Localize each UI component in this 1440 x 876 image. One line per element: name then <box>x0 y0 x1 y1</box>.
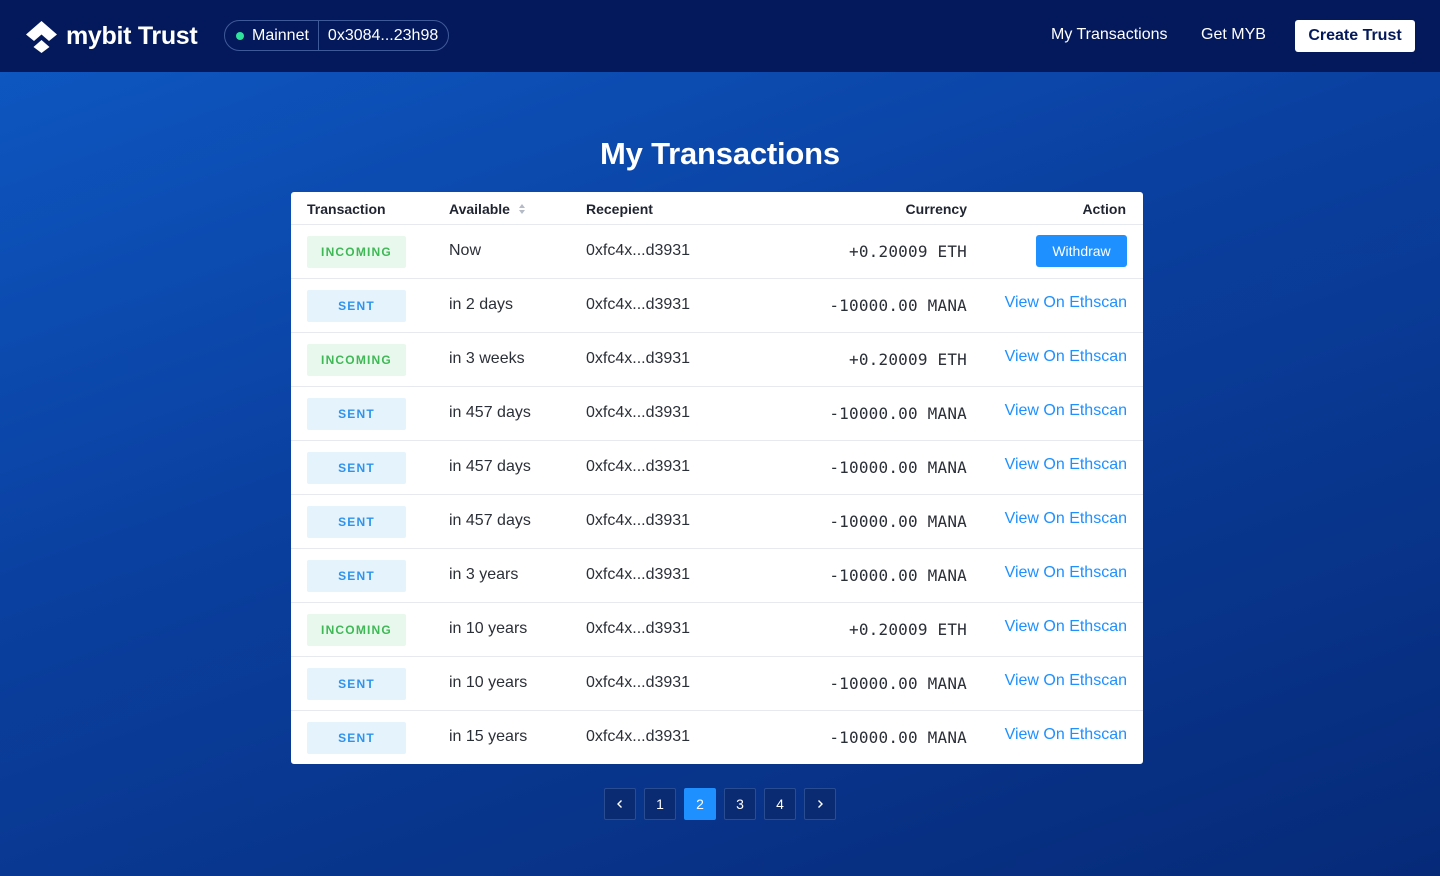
available-cell: in 3 weeks <box>449 350 525 367</box>
available-cell: in 15 years <box>449 728 528 745</box>
currency-cell: +0.20009 ETH <box>849 350 967 369</box>
recipient-cell: 0xfc4x...d3931 <box>586 350 691 367</box>
available-cell: in 457 days <box>449 458 531 475</box>
transaction-type-badge: SENT <box>307 722 406 754</box>
available-cell: Now <box>449 242 482 259</box>
available-cell: in 457 days <box>449 404 531 421</box>
table-header: Transaction Available Recepient Currency… <box>291 192 1143 225</box>
withdraw-button[interactable]: Withdraw <box>1036 235 1127 267</box>
pagination-page-2[interactable]: 2 <box>684 788 716 820</box>
available-cell: in 3 years <box>449 566 519 583</box>
recipient-cell: 0xfc4x...d3931 <box>586 296 691 313</box>
view-on-ethscan-link[interactable]: View On Ethscan <box>1005 510 1127 528</box>
table-row: INCOMING in 10 years 0xfc4x...d3931 +0.2… <box>291 603 1143 657</box>
currency-cell: -10000.00 MANA <box>829 674 967 693</box>
table-row: SENT in 457 days 0xfc4x...d3931 -10000.0… <box>291 495 1143 549</box>
view-on-ethscan-link[interactable]: View On Ethscan <box>1005 294 1127 312</box>
pagination-prev-button[interactable] <box>604 788 636 820</box>
transaction-type-badge: SENT <box>307 506 406 538</box>
table-row: SENT in 10 years 0xfc4x...d3931 -10000.0… <box>291 657 1143 711</box>
available-cell: in 10 years <box>449 674 528 691</box>
table-row: SENT in 3 years 0xfc4x...d3931 -10000.00… <box>291 549 1143 603</box>
transaction-type-badge: SENT <box>307 560 406 592</box>
table-body: INCOMING Now 0xfc4x...d3931 +0.20009 ETH… <box>291 225 1143 765</box>
available-cell: in 10 years <box>449 620 528 637</box>
recipient-cell: 0xfc4x...d3931 <box>586 620 691 637</box>
currency-cell: -10000.00 MANA <box>829 728 967 747</box>
pagination-page-4[interactable]: 4 <box>764 788 796 820</box>
column-header-available-label: Available <box>449 201 510 217</box>
available-cell: in 2 days <box>449 296 514 313</box>
recipient-cell: 0xfc4x...d3931 <box>586 566 691 583</box>
chevron-left-icon <box>617 800 622 808</box>
logo[interactable]: mybit Trust <box>25 19 198 53</box>
transaction-type-badge: SENT <box>307 668 406 700</box>
table-row: SENT in 457 days 0xfc4x...d3931 -10000.0… <box>291 387 1143 441</box>
transaction-type-badge: INCOMING <box>307 344 406 376</box>
table-row: SENT in 2 days 0xfc4x...d3931 -10000.00 … <box>291 279 1143 333</box>
view-on-ethscan-link[interactable]: View On Ethscan <box>1005 402 1127 420</box>
network-name: Mainnet <box>252 26 309 44</box>
recipient-cell: 0xfc4x...d3931 <box>586 728 691 745</box>
view-on-ethscan-link[interactable]: View On Ethscan <box>1005 348 1127 366</box>
view-on-ethscan-link[interactable]: View On Ethscan <box>1005 456 1127 474</box>
recipient-cell: 0xfc4x...d3931 <box>586 404 691 421</box>
transaction-type-badge: SENT <box>307 452 406 484</box>
page-title: My Transactions <box>600 136 840 171</box>
column-header-recipient: Recepient <box>586 201 653 217</box>
available-cell: in 457 days <box>449 512 531 529</box>
currency-cell: -10000.00 MANA <box>829 458 967 477</box>
wallet-address: 0x3084...23h98 <box>327 26 439 44</box>
table-row: INCOMING in 3 weeks 0xfc4x...d3931 +0.20… <box>291 333 1143 387</box>
pagination-next-button[interactable] <box>804 788 836 820</box>
pagination-page-1[interactable]: 1 <box>644 788 676 820</box>
view-on-ethscan-link[interactable]: View On Ethscan <box>1005 618 1127 636</box>
column-header-transaction: Transaction <box>307 201 386 217</box>
sort-icon[interactable] <box>518 203 526 215</box>
column-header-action: Action <box>1082 201 1126 217</box>
transactions-table: Transaction Available Recepient Currency… <box>291 192 1143 764</box>
recipient-cell: 0xfc4x...d3931 <box>586 242 691 259</box>
column-header-currency: Currency <box>905 201 967 217</box>
currency-cell: +0.20009 ETH <box>849 620 967 639</box>
logo-text: mybit Trust <box>66 21 198 50</box>
network-indicator[interactable]: Mainnet 0x3084...23h98 <box>224 20 449 51</box>
nav-get-myb[interactable]: Get MYB <box>1201 26 1266 44</box>
currency-cell: -10000.00 MANA <box>829 566 967 585</box>
currency-cell: +0.20009 ETH <box>849 242 967 261</box>
recipient-cell: 0xfc4x...d3931 <box>586 512 691 529</box>
transaction-type-badge: SENT <box>307 290 406 322</box>
mybit-logo-icon <box>26 20 57 53</box>
pagination: 1 2 3 4 <box>604 788 844 820</box>
table-row: SENT in 457 days 0xfc4x...d3931 -10000.0… <box>291 441 1143 495</box>
chevron-right-icon <box>818 800 823 808</box>
table-row: SENT in 15 years 0xfc4x...d3931 -10000.0… <box>291 711 1143 765</box>
view-on-ethscan-link[interactable]: View On Ethscan <box>1005 564 1127 582</box>
currency-cell: -10000.00 MANA <box>829 296 967 315</box>
top-navigation-bar: mybit Trust Mainnet 0x3084...23h98 My Tr… <box>0 0 1440 72</box>
view-on-ethscan-link[interactable]: View On Ethscan <box>1005 726 1127 744</box>
view-on-ethscan-link[interactable]: View On Ethscan <box>1005 672 1127 690</box>
currency-cell: -10000.00 MANA <box>829 404 967 423</box>
transaction-type-badge: INCOMING <box>307 236 406 268</box>
create-trust-button[interactable]: Create Trust <box>1295 20 1415 52</box>
recipient-cell: 0xfc4x...d3931 <box>586 458 691 475</box>
pagination-page-3[interactable]: 3 <box>724 788 756 820</box>
transaction-type-badge: SENT <box>307 398 406 430</box>
column-header-available[interactable]: Available <box>449 201 526 217</box>
nav-my-transactions[interactable]: My Transactions <box>1051 26 1167 44</box>
recipient-cell: 0xfc4x...d3931 <box>586 674 691 691</box>
table-row: INCOMING Now 0xfc4x...d3931 +0.20009 ETH… <box>291 225 1143 279</box>
network-status-dot <box>236 31 244 40</box>
currency-cell: -10000.00 MANA <box>829 512 967 531</box>
transaction-type-badge: INCOMING <box>307 614 406 646</box>
